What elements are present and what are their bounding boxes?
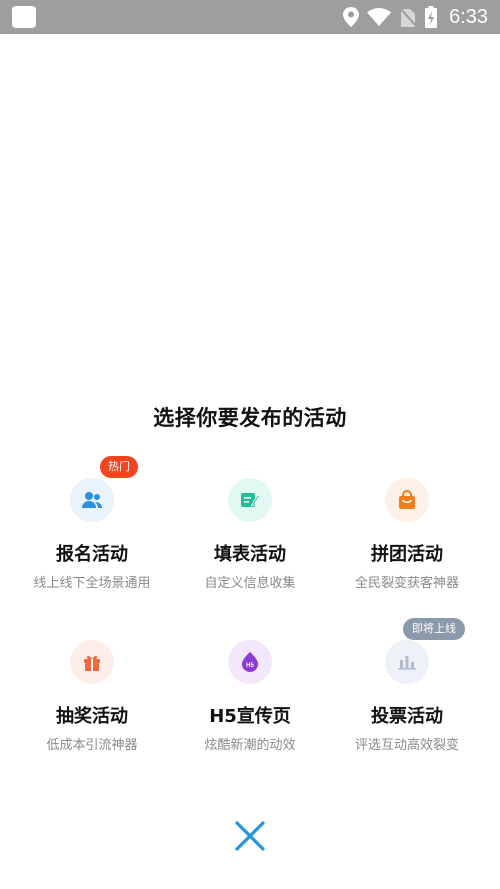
activity-title: 抽奖活动 xyxy=(56,706,128,727)
activity-subtitle: 全民裂变获客神器 xyxy=(354,576,459,591)
battery-charging-icon xyxy=(425,6,438,28)
page-title: 选择你要发布的活动 xyxy=(153,406,347,430)
wifi-icon xyxy=(367,8,392,26)
gift-icon xyxy=(70,640,114,684)
activity-subtitle: 自定义信息收集 xyxy=(204,576,296,591)
form-pen-icon xyxy=(228,478,272,522)
close-button[interactable] xyxy=(232,818,268,854)
activity-title: H5宣传页 xyxy=(209,706,291,727)
hot-badge: 热门 xyxy=(100,456,138,478)
no-sim-icon xyxy=(399,7,417,27)
activity-title: 投票活动 xyxy=(371,706,443,727)
location-icon xyxy=(343,7,360,27)
activity-card-group-buy[interactable]: 拼团活动 全民裂变获客神器 xyxy=(327,478,487,608)
people-icon xyxy=(70,478,114,522)
activity-subtitle: 炫酷新潮的动效 xyxy=(204,738,296,753)
status-icons: 6:33 xyxy=(343,0,488,34)
shopping-bag-icon xyxy=(385,478,429,522)
close-icon xyxy=(235,821,265,851)
status-bar: 6:33 xyxy=(0,0,500,34)
activity-card-signup[interactable]: 热门 报名活动 线上线下全场景通用 xyxy=(12,456,172,608)
app-notification-icon xyxy=(12,6,36,28)
activity-title: 填表活动 xyxy=(214,544,286,565)
status-time: 6:33 xyxy=(449,5,488,28)
bar-chart-icon xyxy=(385,640,429,684)
activity-subtitle: 评选互动高效裂变 xyxy=(354,738,459,753)
activity-title: 报名活动 xyxy=(56,544,128,565)
activity-subtitle: 低成本引流神器 xyxy=(46,738,138,753)
h5-icon: H5 xyxy=(228,640,272,684)
activity-card-vote[interactable]: 即将上线 投票活动 评选互动高效裂变 xyxy=(327,618,487,770)
activity-card-form[interactable]: 填表活动 自定义信息收集 xyxy=(170,478,330,608)
svg-text:H5: H5 xyxy=(246,663,254,669)
activity-subtitle: 线上线下全场景通用 xyxy=(33,576,151,591)
activity-card-lottery[interactable]: 抽奖活动 低成本引流神器 xyxy=(12,640,172,770)
coming-soon-badge: 即将上线 xyxy=(403,618,465,640)
activity-card-h5-page[interactable]: H5 H5宣传页 炫酷新潮的动效 xyxy=(170,640,330,770)
activity-title: 拼团活动 xyxy=(371,544,443,565)
